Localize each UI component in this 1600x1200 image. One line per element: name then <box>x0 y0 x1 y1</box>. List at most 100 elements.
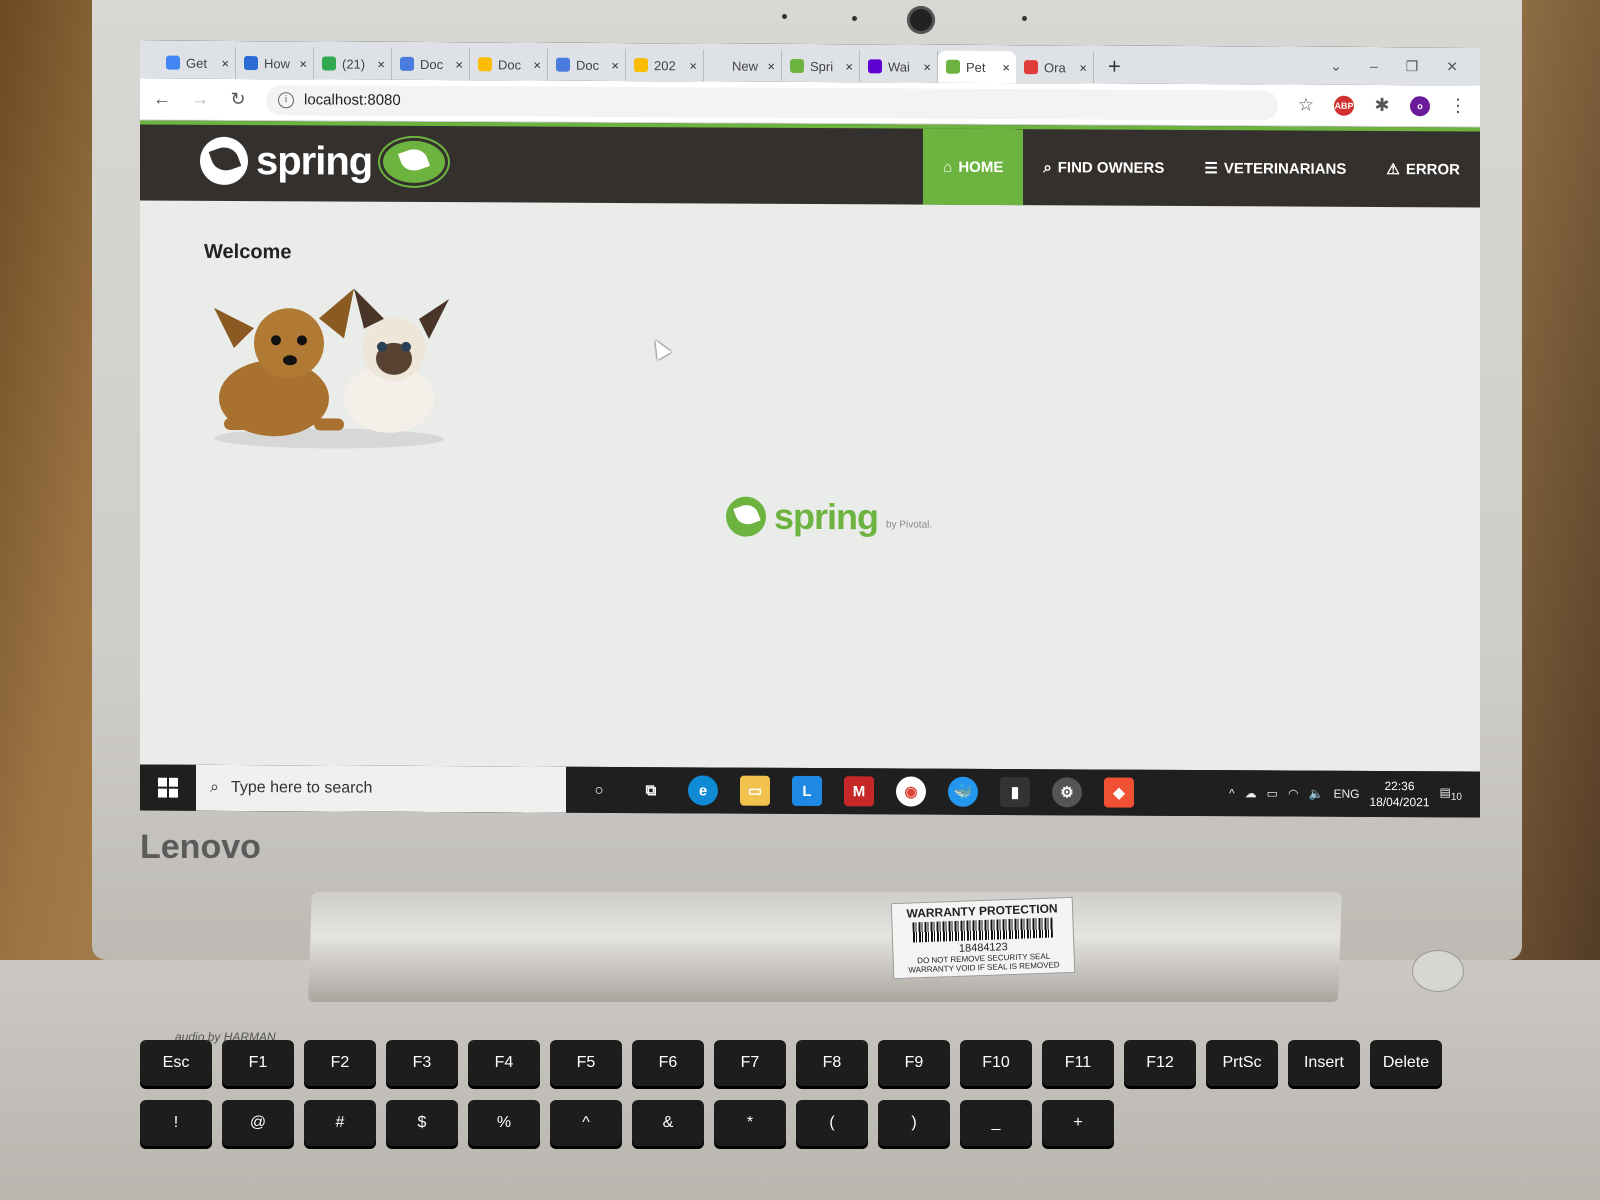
start-button[interactable] <box>140 764 196 810</box>
power-button[interactable] <box>1412 950 1464 992</box>
keyboard-key[interactable]: ! <box>140 1100 212 1146</box>
keyboard-key[interactable]: ) <box>878 1100 950 1146</box>
tab-search-icon[interactable]: ⌄ <box>1330 57 1342 74</box>
keyboard-key[interactable]: F5 <box>550 1040 622 1086</box>
taskbar-search[interactable]: ⌕ Type here to search <box>196 764 566 813</box>
keyboard-key[interactable]: + <box>1042 1100 1114 1146</box>
tab-close-icon[interactable]: × <box>611 57 619 72</box>
browser-tab[interactable]: New Tal × <box>704 49 782 82</box>
keyboard-key[interactable]: * <box>714 1100 786 1146</box>
adblock-icon[interactable]: ABP <box>1334 95 1354 116</box>
menu-item-error[interactable]: ⚠ ERROR <box>1366 131 1480 208</box>
bookmark-star-icon[interactable]: ☆ <box>1296 95 1316 116</box>
keyboard-key[interactable]: F1 <box>222 1040 294 1086</box>
keyboard-key[interactable]: F10 <box>960 1040 1032 1086</box>
tab-close-icon[interactable]: × <box>299 56 307 71</box>
l-app-icon[interactable]: L <box>792 775 822 807</box>
main-content: Welcome spring by Pivotal. <box>140 200 1480 771</box>
keyboard-key[interactable]: F6 <box>632 1040 704 1086</box>
tray-expand-icon[interactable]: ^ <box>1229 786 1235 800</box>
browser-tab[interactable]: Pet × <box>938 50 1016 84</box>
keyboard-key[interactable]: ( <box>796 1100 868 1146</box>
keyboard-key[interactable]: ^ <box>550 1100 622 1146</box>
keyboard-key[interactable]: F9 <box>878 1040 950 1086</box>
more-menu-icon[interactable]: ⋮ <box>1448 95 1468 116</box>
tab-close-icon[interactable]: × <box>1002 60 1010 75</box>
file-explorer-icon[interactable]: ▭ <box>740 775 770 806</box>
tab-close-icon[interactable]: × <box>923 59 931 74</box>
notifications-icon[interactable]: ▤10 <box>1440 786 1462 804</box>
keyboard-key[interactable]: F12 <box>1124 1040 1196 1086</box>
keyboard-key[interactable]: @ <box>222 1100 294 1146</box>
tab-close-icon[interactable]: × <box>767 58 775 73</box>
volume-icon[interactable]: 🔈 <box>1309 787 1324 801</box>
keyboard-key[interactable]: $ <box>386 1100 458 1146</box>
reload-icon[interactable]: ↻ <box>228 89 248 110</box>
keyboard-key[interactable]: F3 <box>386 1040 458 1086</box>
close-window-icon[interactable]: ✕ <box>1446 58 1458 75</box>
tab-title: Doc <box>498 56 522 72</box>
menu-item-label: ERROR <box>1405 160 1460 178</box>
battery-icon[interactable]: ▭ <box>1267 786 1278 800</box>
profile-avatar[interactable]: o <box>1410 95 1430 116</box>
keyboard-key[interactable]: % <box>468 1100 540 1146</box>
browser-tab[interactable]: 202 × <box>626 49 704 82</box>
browser-tab[interactable]: How × <box>236 46 314 80</box>
browser-tab[interactable]: Doc × <box>548 48 626 82</box>
menu-item-veterinarians[interactable]: ☰ VETERINARIANS <box>1184 130 1366 207</box>
language-indicator[interactable]: ENG <box>1333 787 1359 801</box>
browser-tab[interactable]: Wai × <box>860 50 938 83</box>
keyboard-key[interactable]: F2 <box>304 1040 376 1086</box>
cortana-icon[interactable]: ○ <box>584 775 614 805</box>
docker-icon[interactable]: 🐳 <box>948 776 978 807</box>
cloud-icon[interactable]: ☁ <box>1245 786 1257 800</box>
browser-tab[interactable]: Doc × <box>392 47 470 81</box>
keyboard-key[interactable]: & <box>632 1100 704 1146</box>
git-icon[interactable]: ◆ <box>1104 777 1134 808</box>
info-icon[interactable]: i <box>278 91 294 108</box>
tab-title: How <box>264 55 291 71</box>
forward-icon[interactable]: → <box>190 89 210 110</box>
tab-close-icon[interactable]: × <box>689 58 697 73</box>
keyboard-key[interactable]: F7 <box>714 1040 786 1086</box>
keyboard-key[interactable]: F11 <box>1042 1040 1114 1086</box>
new-tab-button[interactable]: + <box>1094 51 1135 83</box>
mcafee-icon[interactable]: M <box>844 776 874 807</box>
keyboard-key[interactable]: Esc <box>140 1040 212 1086</box>
browser-tab[interactable]: Get × <box>158 46 236 79</box>
menu-item-home[interactable]: ⌂ HOME <box>923 128 1024 206</box>
browser-tab[interactable]: Ora × <box>1016 51 1094 84</box>
chrome-icon[interactable]: ◉ <box>896 776 926 807</box>
minimize-icon[interactable]: – <box>1370 58 1378 74</box>
tab-close-icon[interactable]: × <box>455 57 463 72</box>
keyboard-key[interactable]: PrtSc <box>1206 1040 1278 1086</box>
settings-gear-icon[interactable]: ⚙ <box>1052 777 1082 808</box>
tab-close-icon[interactable]: × <box>533 57 541 72</box>
extensions-icon[interactable]: ✱ <box>1372 95 1392 116</box>
tab-close-icon[interactable]: × <box>845 59 853 74</box>
keyboard-key[interactable]: Insert <box>1288 1040 1360 1086</box>
browser-tab[interactable]: Spri × <box>782 49 860 83</box>
back-icon[interactable]: ← <box>152 89 172 110</box>
list-icon: ☰ <box>1204 160 1218 178</box>
keyboard-key[interactable]: # <box>304 1100 376 1146</box>
terminal-icon[interactable]: ▮ <box>1000 776 1030 808</box>
edge-icon[interactable]: e <box>688 775 718 806</box>
clock[interactable]: 22:36 18/04/2021 <box>1369 778 1429 810</box>
menu-item-find-owners[interactable]: ⌕ FIND OWNERS <box>1023 129 1184 206</box>
tab-title: 202 <box>654 57 676 73</box>
keyboard-key[interactable]: Delete <box>1370 1040 1442 1086</box>
tab-close-icon[interactable]: × <box>377 56 385 71</box>
keyboard-key[interactable]: F8 <box>796 1040 868 1086</box>
url-input[interactable]: i localhost:8080 <box>266 84 1278 120</box>
brand-logo[interactable]: spring <box>200 136 449 187</box>
task-view-icon[interactable]: ⧉ <box>636 775 666 805</box>
keyboard-key[interactable]: _ <box>960 1100 1032 1146</box>
tab-close-icon[interactable]: × <box>1079 60 1087 75</box>
browser-tab[interactable]: Doc × <box>470 48 548 81</box>
wifi-icon[interactable]: ◠ <box>1288 787 1298 801</box>
keyboard-key[interactable]: F4 <box>468 1040 540 1086</box>
browser-tab[interactable]: (21) × <box>314 47 392 80</box>
restore-icon[interactable]: ❐ <box>1406 58 1419 75</box>
tab-close-icon[interactable]: × <box>221 55 229 70</box>
